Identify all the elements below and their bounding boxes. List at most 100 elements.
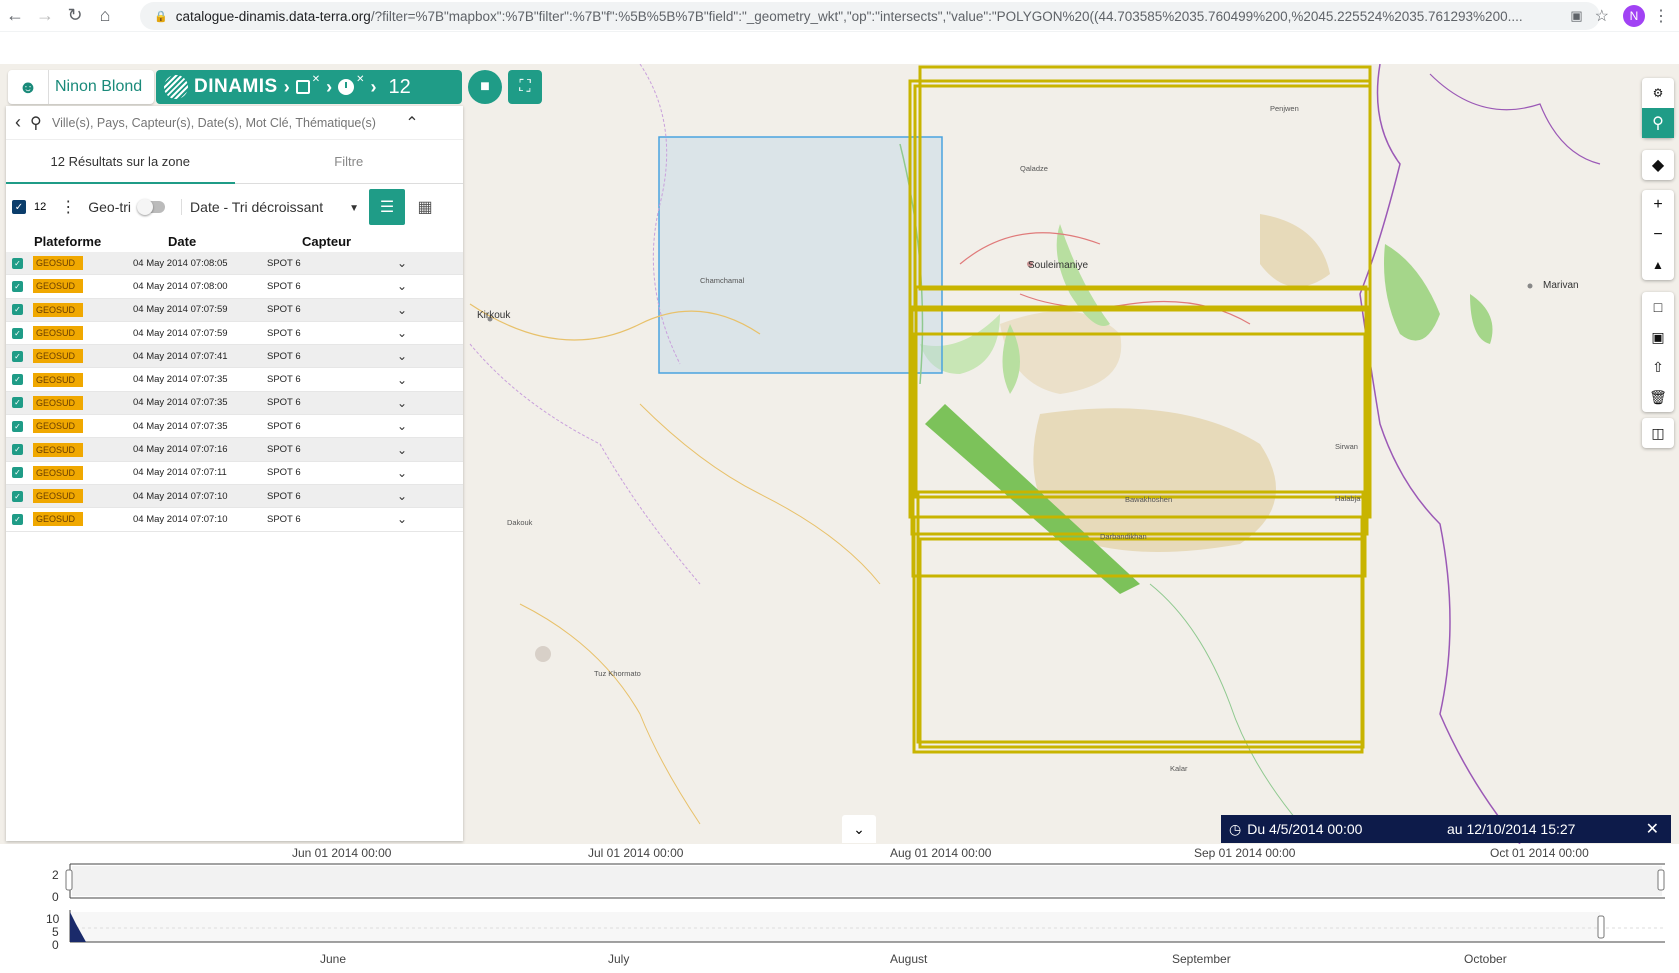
row-sensor: SPOT 6 [267,444,301,456]
location-pin-icon[interactable]: ⚲ [1642,108,1674,138]
table-row[interactable]: ✓ GEOSUD 04 May 2014 07:07:59 SPOT 6 ⌄ [6,322,463,346]
upload-icon[interactable]: ⇧ [1642,352,1674,382]
platform-badge: GEOSUD [33,395,83,410]
row-checkbox[interactable]: ✓ [12,397,23,409]
row-sensor: SPOT 6 [267,327,301,339]
table-row[interactable]: ✓ GEOSUD 04 May 2014 07:07:35 SPOT 6 ⌄ [6,391,463,416]
row-date: 04 May 2014 07:07:59 [133,304,228,316]
bookmark-star-icon[interactable]: ☆ [1595,6,1609,26]
layers-icon[interactable]: ◆ [1642,150,1674,180]
user-menu[interactable]: ☻ Ninon Blond [8,70,154,104]
zoom-out-icon[interactable]: − [1642,220,1674,250]
row-checkbox[interactable]: ✓ [12,280,23,292]
row-sensor: SPOT 6 [267,280,301,292]
map-place: Qaladze [1020,164,1048,173]
list-view-button[interactable]: ☰ [369,189,406,225]
dinamis-logo-icon [164,75,188,99]
clear-date-icon[interactable]: ✕ [356,74,364,85]
map-place: Souleimaniye [1028,260,1089,271]
menu-kebab-icon[interactable]: ⋮ [1653,6,1669,26]
expand-chevron-icon[interactable]: ⌄ [397,419,407,433]
expand-chevron-icon[interactable]: ⌄ [397,349,407,363]
lock-icon: 🔒 [154,10,168,23]
row-checkbox[interactable]: ✓ [12,444,23,456]
geotri-label: Geo-tri [88,199,132,215]
reload-icon[interactable]: ↻ [60,1,90,31]
row-checkbox[interactable]: ✓ [12,350,23,362]
row-checkbox[interactable]: ✓ [12,513,23,525]
table-row[interactable]: ✓ GEOSUD 04 May 2014 07:07:16 SPOT 6 ⌄ [6,438,463,462]
table-row[interactable]: ✓ GEOSUD 04 May 2014 07:07:10 SPOT 6 ⌄ [6,484,463,509]
table-row[interactable]: ✓ GEOSUD 04 May 2014 07:07:11 SPOT 6 ⌄ [6,462,463,485]
search-bar: ‹ ⚲ ⌃ [6,106,463,140]
row-checkbox[interactable]: ✓ [12,374,23,386]
row-checkbox[interactable]: ✓ [12,490,23,502]
search-input[interactable] [52,115,382,130]
platform-badge: GEOSUD [33,302,83,317]
expand-chevron-icon[interactable]: ⌄ [397,326,407,340]
row-checkbox[interactable]: ✓ [12,304,23,316]
home-icon[interactable]: ⌂ [90,1,120,31]
row-checkbox[interactable]: ✓ [12,257,23,269]
table-row[interactable]: ✓ GEOSUD 04 May 2014 07:07:10 SPOT 6 ⌄ [6,508,463,532]
chevron-left-icon[interactable]: ‹ [6,112,30,133]
fullscreen-button[interactable]: ⛶ [508,70,542,104]
platform-badge: GEOSUD [33,512,83,527]
expand-chevron-icon[interactable]: ⌄ [397,373,407,387]
browser-toolbar: ← → ↻ ⌂ 🔒 catalogue-dinamis.data-terra.o… [0,0,1679,32]
close-icon[interactable]: ✕ [1646,819,1659,839]
expand-chevron-icon[interactable]: ⌄ [397,279,407,293]
split-view-icon[interactable]: ◫ [1642,418,1674,448]
row-sensor: SPOT 6 [267,467,301,479]
tab-results[interactable]: 12 Résultats sur la zone [6,140,235,184]
layers-toggle-icon[interactable]: ⚙ [1642,78,1674,108]
timeline[interactable]: Jun 01 2014 00:00 Jul 01 2014 00:00 Aug … [0,844,1679,973]
clock-icon[interactable] [338,79,355,95]
profile-avatar[interactable]: N [1623,5,1645,27]
user-name: Ninon Blond [48,70,142,104]
tab-filter[interactable]: Filtre [235,140,464,183]
draw-polygon-icon[interactable]: ▣ [1642,322,1674,352]
chevron-up-icon[interactable]: ⌃ [382,113,442,133]
expand-chevron-icon[interactable]: ⌄ [397,396,407,410]
table-row[interactable]: ✓ GEOSUD 04 May 2014 07:07:59 SPOT 6 ⌄ [6,298,463,322]
square-selection-icon[interactable] [295,80,310,94]
draw-rectangle-icon[interactable]: □ [1642,292,1674,322]
collapse-timeline-button[interactable]: ⌄ [842,815,876,843]
geotri-toggle[interactable] [137,199,166,215]
expand-chevron-icon[interactable]: ⌄ [397,443,407,457]
sort-select[interactable]: Date - Tri décroissant ▼ [181,199,359,215]
save-button[interactable]: ■ [468,70,502,104]
translate-icon[interactable]: ▣ [1570,8,1582,24]
select-all-checkbox[interactable]: ✓ [12,200,26,214]
table-row[interactable]: ✓ GEOSUD 04 May 2014 07:08:00 SPOT 6 ⌄ [6,275,463,299]
chevron-right-icon: › [370,76,377,97]
url-bar[interactable]: 🔒 catalogue-dinamis.data-terra.org/?filt… [140,2,1600,30]
table-row[interactable]: ✓ GEOSUD 04 May 2014 07:07:41 SPOT 6 ⌄ [6,345,463,369]
table-row[interactable]: ✓ GEOSUD 04 May 2014 07:07:35 SPOT 6 ⌄ [6,368,463,392]
row-checkbox[interactable]: ✓ [12,420,23,432]
expand-chevron-icon[interactable]: ⌄ [397,256,407,270]
row-date: 04 May 2014 07:07:10 [133,490,228,502]
more-options-icon[interactable]: ⋮ [60,197,76,217]
brand-name[interactable]: DINAMIS [194,76,278,98]
expand-chevron-icon[interactable]: ⌄ [397,489,407,503]
row-checkbox[interactable]: ✓ [12,467,23,479]
expand-chevron-icon[interactable]: ⌄ [397,303,407,317]
clear-shape-icon[interactable]: ✕ [312,74,320,85]
row-date: 04 May 2014 07:08:05 [133,257,228,269]
sort-label: Date - Tri décroissant [190,199,324,215]
grid-view-button[interactable]: ▦ [407,189,443,225]
expand-chevron-icon[interactable]: ⌄ [397,512,407,526]
map-place: Chamchamal [700,276,745,285]
expand-chevron-icon[interactable]: ⌄ [397,466,407,480]
table-row[interactable]: ✓ GEOSUD 04 May 2014 07:08:05 SPOT 6 ⌄ [6,252,463,276]
date-range-bar: ◷ Du 4/5/2014 00:00 au 12/10/2014 15:27 … [1221,815,1671,843]
compass-icon[interactable]: ▲ [1642,250,1674,280]
trash-icon[interactable]: 🗑 [1642,382,1674,412]
forward-arrow-icon[interactable]: → [30,1,60,31]
row-checkbox[interactable]: ✓ [12,327,23,339]
zoom-in-icon[interactable]: + [1642,190,1674,220]
table-row[interactable]: ✓ GEOSUD 04 May 2014 07:07:35 SPOT 6 ⌄ [6,415,463,439]
back-arrow-icon[interactable]: ← [0,1,30,31]
